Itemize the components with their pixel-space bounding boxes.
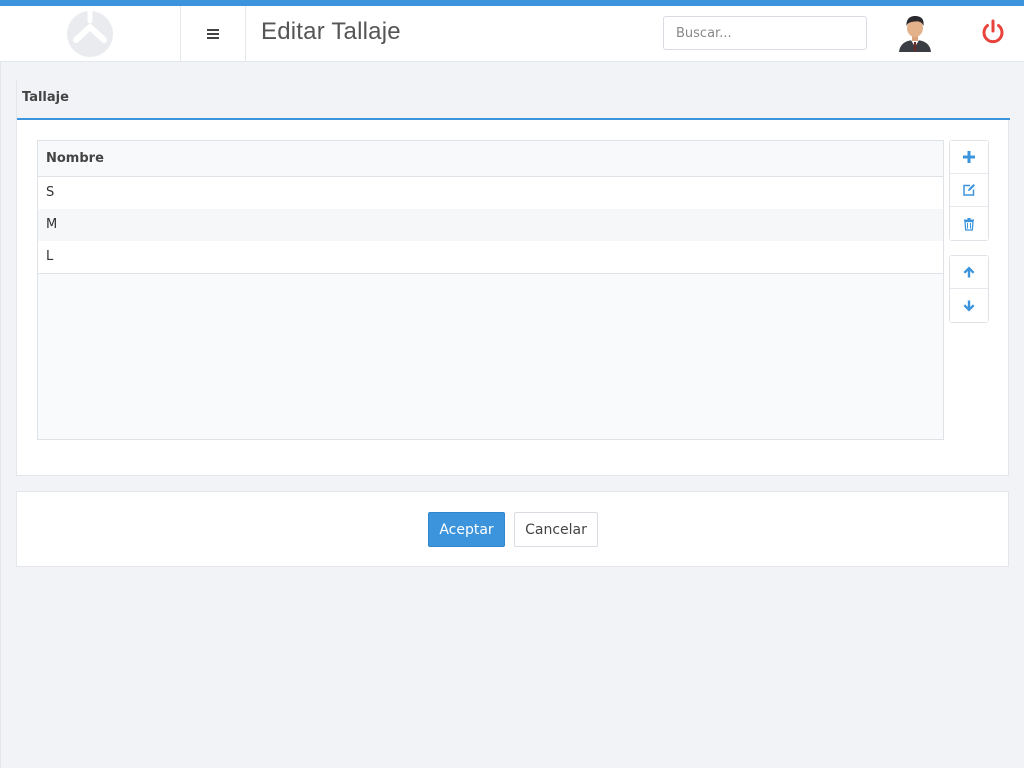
tab-tallaje[interactable]: Tallaje <box>22 90 69 105</box>
row-edit-tools <box>949 140 989 241</box>
menu-toggle-button[interactable] <box>181 6 246 61</box>
table-row[interactable]: S <box>38 177 943 209</box>
logo-area[interactable] <box>0 6 181 61</box>
sizes-grid: Nombre S M L <box>37 140 944 440</box>
trash-icon <box>964 217 974 231</box>
cancel-button[interactable]: Cancelar <box>514 512 598 547</box>
app-logo-icon <box>67 10 113 57</box>
app-header: Editar Tallaje <box>0 6 1024 62</box>
form-actions: Aceptar Cancelar <box>16 491 1009 567</box>
page-title: Editar Tallaje <box>261 18 401 45</box>
logout-button[interactable] <box>979 18 1007 46</box>
hamburger-menu-icon <box>207 28 219 39</box>
table-row[interactable]: M <box>38 209 943 241</box>
arrow-down-icon <box>963 300 975 311</box>
grid-rows: S M L <box>38 177 943 274</box>
column-header-nombre[interactable]: Nombre <box>38 141 943 177</box>
row-order-tools <box>949 255 989 323</box>
tallaje-panel: Tallaje Nombre S M L <box>16 80 1010 476</box>
power-icon <box>982 19 1004 44</box>
table-row[interactable]: L <box>38 241 943 273</box>
delete-row-button[interactable] <box>950 207 988 240</box>
user-avatar-icon <box>899 16 931 52</box>
plus-icon <box>963 151 975 163</box>
search-input[interactable] <box>663 16 867 50</box>
edit-row-button[interactable] <box>950 174 988 207</box>
arrow-up-icon <box>963 266 975 278</box>
accept-button[interactable]: Aceptar <box>428 512 505 547</box>
left-border <box>0 62 1 768</box>
panel-tab-bar: Tallaje <box>17 80 1010 120</box>
move-up-button[interactable] <box>950 256 988 289</box>
user-avatar[interactable] <box>897 14 933 52</box>
move-down-button[interactable] <box>950 289 988 322</box>
edit-icon <box>963 184 975 196</box>
add-row-button[interactable] <box>950 141 988 174</box>
